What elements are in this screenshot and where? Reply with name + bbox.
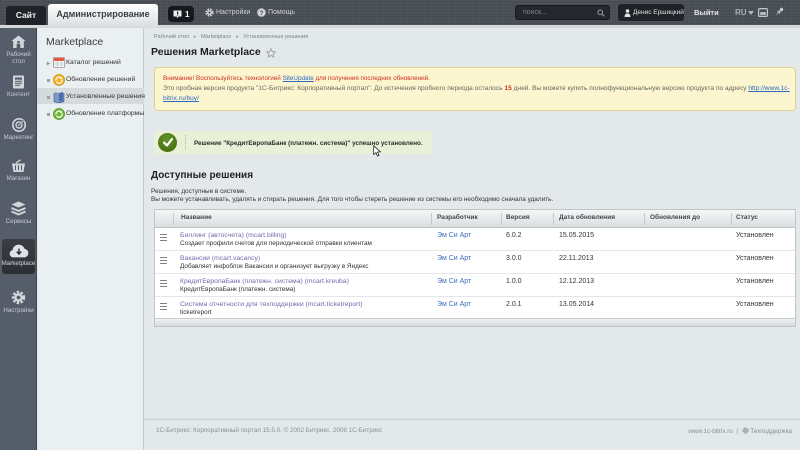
svg-text:?: ? bbox=[260, 10, 264, 17]
